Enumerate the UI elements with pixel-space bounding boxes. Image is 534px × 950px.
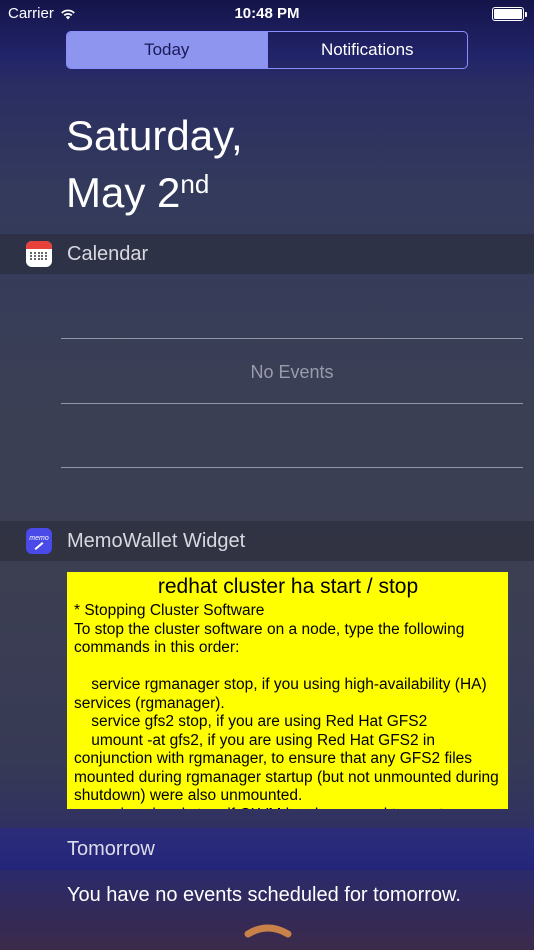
date-month-day-line: May 2nd: [66, 160, 243, 217]
date-suffix: nd: [180, 169, 210, 199]
battery-fill: [494, 9, 522, 19]
calendar-divider: [61, 403, 523, 404]
memowallet-section-header[interactable]: memo MemoWallet Widget: [0, 521, 534, 561]
date-weekday: Saturday,: [66, 112, 243, 159]
calendar-app-icon: [26, 241, 52, 267]
no-events-label: No Events: [250, 362, 334, 382]
memo-title: redhat cluster ha start / stop: [157, 575, 419, 598]
calendar-divider: [61, 467, 523, 468]
status-bar: Carrier 10:48 PM: [0, 0, 534, 28]
calendar-divider: [61, 338, 523, 339]
tab-today[interactable]: Today: [67, 32, 267, 68]
date-heading: Saturday, May 2nd: [66, 112, 243, 217]
tomorrow-section-header: Tomorrow: [0, 828, 534, 870]
memo-body: * Stopping Cluster Software To stop the …: [74, 602, 499, 809]
memowallet-app-icon: memo: [26, 528, 52, 554]
today-notifications-segmented-control: Today Notifications: [66, 31, 468, 69]
battery-icon: [492, 7, 527, 21]
calendar-section-header[interactable]: Calendar: [0, 234, 534, 274]
tomorrow-title: Tomorrow: [67, 837, 155, 860]
chevron-up-grabber[interactable]: [244, 920, 292, 938]
date-month-day: May 2: [66, 169, 181, 216]
tomorrow-summary: You have no events scheduled for tomorro…: [67, 884, 461, 906]
memo-card[interactable]: redhat cluster ha start / stop * Stoppin…: [67, 572, 508, 809]
memowallet-section-title: MemoWallet Widget: [67, 529, 246, 552]
tab-notifications[interactable]: Notifications: [266, 32, 468, 68]
status-time: 10:48 PM: [234, 5, 300, 22]
calendar-section-title: Calendar: [67, 242, 149, 265]
